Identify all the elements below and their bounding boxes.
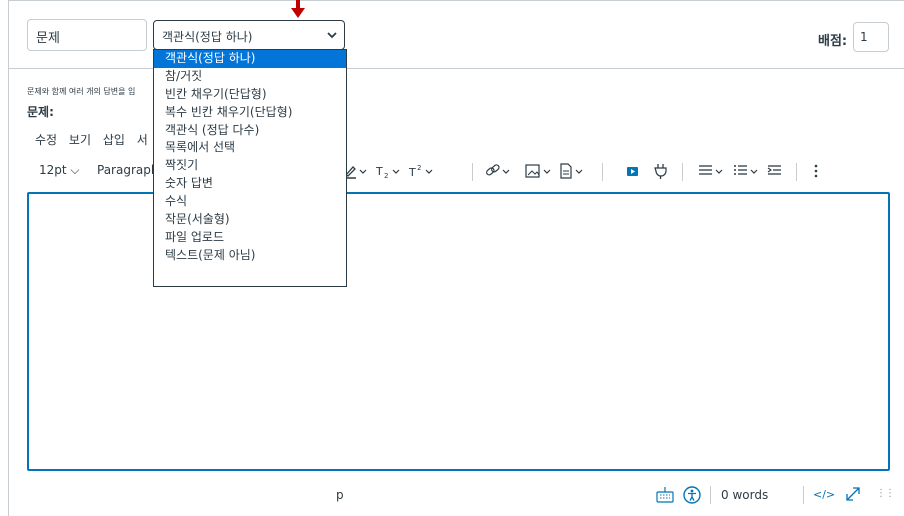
menu-insert[interactable]: 삽입 — [103, 133, 125, 147]
toolbar-separator — [682, 163, 683, 181]
statusbar-separator — [710, 486, 711, 504]
block-format-select[interactable]: Paragraph — [97, 163, 158, 177]
indent-icon[interactable] — [767, 163, 783, 182]
type-option[interactable]: 수식 — [154, 193, 346, 211]
type-option[interactable]: 빈칸 채우기(단답형) — [154, 86, 346, 104]
element-path[interactable]: p — [336, 488, 344, 502]
font-size-value: 12pt — [39, 163, 67, 177]
statusbar-separator — [803, 486, 804, 504]
more-options-icon[interactable] — [813, 163, 819, 182]
html-editor-toggle[interactable]: </> — [813, 488, 835, 501]
toolbar-separator — [796, 163, 797, 181]
svg-text:T: T — [375, 165, 383, 178]
type-option[interactable]: 파일 업로드 — [154, 229, 346, 247]
fullscreen-icon[interactable] — [843, 484, 863, 507]
type-option[interactable]: 객관식(정답 하나) — [154, 50, 346, 68]
helper-text: 문제와 함께 여러 개의 답변을 입 — [27, 87, 136, 96]
question-title-input[interactable]: 문제 — [27, 19, 147, 51]
type-option[interactable]: 작문(서술형) — [154, 211, 346, 229]
align-icon[interactable] — [698, 163, 728, 182]
bullet-list-icon[interactable] — [733, 163, 763, 182]
superscript-icon[interactable]: T2 — [408, 163, 436, 182]
question-label: 문제: — [27, 105, 54, 119]
svg-text:2: 2 — [417, 164, 421, 172]
menu-format[interactable]: 서 — [137, 133, 148, 147]
svg-text:T: T — [408, 166, 416, 179]
font-size-select[interactable]: 12pt ⌵ — [39, 163, 80, 178]
document-icon[interactable] — [559, 163, 589, 182]
menu-view[interactable]: 보기 — [69, 133, 91, 147]
media-icon[interactable] — [626, 163, 640, 182]
accessibility-checker-icon[interactable] — [683, 486, 701, 507]
subscript-icon[interactable]: T2 — [375, 163, 403, 182]
editor-statusbar: p 0 words </> ⋮⋮ — [27, 484, 895, 507]
points-input[interactable]: 1 — [853, 22, 889, 52]
question-type-selected: 객관식(정답 하나) — [162, 30, 253, 44]
toolbar-separator — [472, 163, 473, 181]
type-option[interactable]: 숫자 답변 — [154, 175, 346, 193]
top-divider — [8, 0, 904, 1]
toolbar-separator — [602, 163, 603, 181]
type-option[interactable]: 짝짓기 — [154, 157, 346, 175]
svg-text:2: 2 — [384, 172, 388, 179]
points-label: 배점: — [818, 34, 848, 49]
image-icon[interactable] — [525, 163, 555, 182]
type-option[interactable]: 목록에서 선택 — [154, 139, 346, 157]
type-option[interactable]: 참/거짓 — [154, 68, 346, 86]
menu-edit[interactable]: 수정 — [35, 133, 57, 147]
link-icon[interactable] — [485, 163, 513, 182]
keyboard-shortcuts-icon[interactable] — [655, 486, 675, 507]
chevron-down-icon — [327, 32, 337, 39]
question-type-dropdown: 객관식(정답 하나) 참/거짓 빈칸 채우기(단답형) 복수 빈칸 채우기(단답… — [153, 49, 347, 287]
type-option[interactable]: 텍스트(문제 아님) — [154, 247, 346, 265]
type-option[interactable]: 객관식 (정답 다수) — [154, 122, 346, 140]
word-count: 0 words — [721, 488, 769, 502]
resize-grip-icon[interactable]: ⋮⋮ — [876, 488, 895, 499]
red-arrow-pointer-icon — [291, 0, 305, 18]
plugin-icon[interactable] — [653, 163, 669, 182]
editor-menubar: 수정 보기 삽입 서 — [35, 131, 156, 148]
header-divider — [8, 68, 904, 69]
highlight-color-icon[interactable] — [344, 163, 368, 182]
type-option[interactable]: 복수 빈칸 채우기(단답형) — [154, 104, 346, 122]
question-type-select[interactable]: 객관식(정답 하나) — [153, 20, 345, 50]
